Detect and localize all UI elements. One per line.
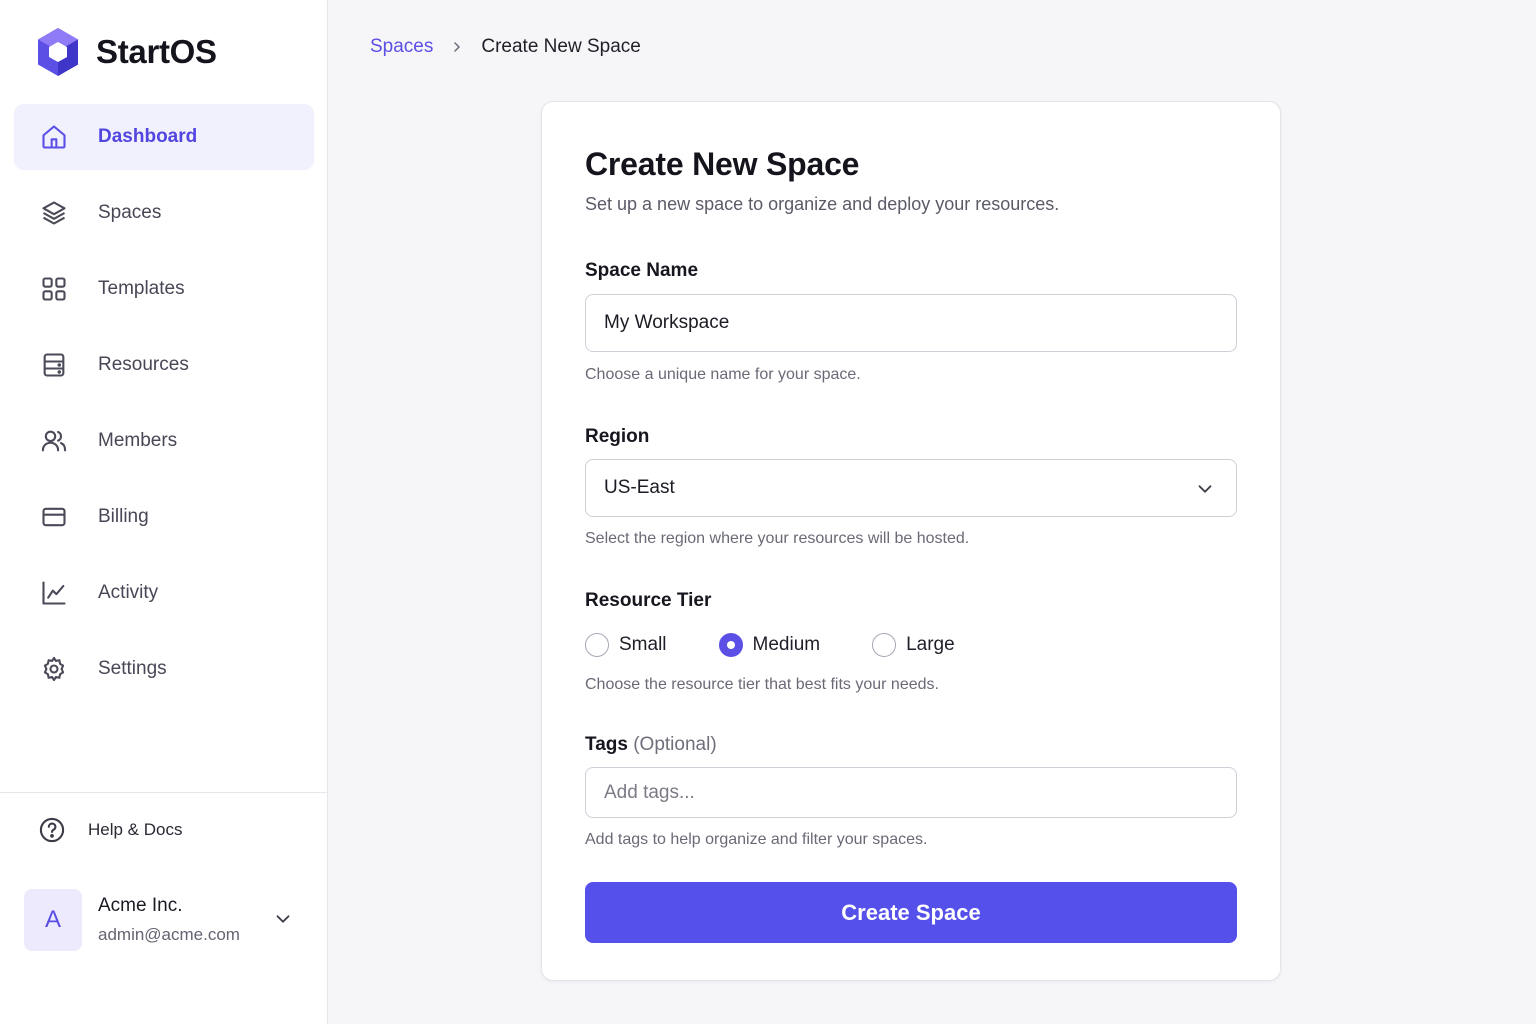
tags-optional-hint: (Optional)	[633, 734, 717, 755]
account-switcher[interactable]: A Acme Inc. admin@acme.com	[24, 888, 304, 952]
sidebar-item-label: Templates	[98, 278, 185, 299]
sidebar-item-templates[interactable]: Templates	[14, 256, 314, 322]
tags-help: Add tags to help organize and filter you…	[585, 831, 928, 848]
card-icon	[40, 503, 68, 531]
server-icon	[40, 351, 68, 379]
sidebar-item-label: Billing	[98, 506, 149, 527]
tags-input[interactable]	[585, 767, 1237, 818]
account-email: admin@acme.com	[98, 925, 240, 944]
breadcrumb-current: Create New Space	[481, 36, 641, 57]
tier-radio-small[interactable]: Small	[585, 633, 667, 657]
sidebar-item-label: Members	[98, 430, 178, 451]
sidebar-item-label: Settings	[98, 658, 167, 679]
create-space-card: Create New Space Set up a new space to o…	[541, 101, 1281, 981]
account-name: Acme Inc.	[98, 895, 183, 916]
sidebar-item-dashboard[interactable]: Dashboard	[14, 104, 314, 170]
tier-radio-label: Small	[619, 634, 667, 655]
chevron-right-icon	[449, 39, 465, 55]
space-name-input[interactable]	[585, 294, 1237, 352]
radio-circle	[585, 633, 609, 657]
sidebar-item-label: Resources	[98, 354, 189, 375]
tier-radio-label: Large	[906, 634, 955, 655]
sidebar-divider	[0, 792, 328, 793]
help-circle-icon	[38, 816, 66, 844]
create-space-button[interactable]: Create Space	[585, 882, 1237, 943]
sidebar-nav: Dashboard Spaces Templates Resources Mem…	[14, 104, 314, 712]
sidebar-item-settings[interactable]: Settings	[14, 636, 314, 702]
resource-tier-radio-group: Small Medium Large	[585, 633, 1007, 657]
sidebar-item-activity[interactable]: Activity	[14, 560, 314, 626]
users-icon	[40, 427, 68, 455]
chevron-down-icon	[276, 915, 290, 923]
region-select[interactable]: US-East	[585, 459, 1237, 517]
hexagon-logo-icon	[38, 28, 78, 76]
sidebar-item-resources[interactable]: Resources	[14, 332, 314, 398]
home-icon	[40, 123, 68, 151]
resource-tier-label: Resource Tier	[585, 590, 712, 611]
space-name-label: Space Name	[585, 260, 699, 281]
chevron-down-icon	[1198, 485, 1212, 493]
breadcrumb: Spaces Create New Space	[370, 36, 641, 58]
brand[interactable]: StartOS	[34, 26, 217, 78]
avatar: A	[24, 889, 82, 951]
page-subtitle: Set up a new space to organize and deplo…	[585, 194, 1060, 214]
region-select-value: US-East	[604, 477, 675, 498]
sidebar-item-members[interactable]: Members	[14, 408, 314, 474]
breadcrumb-spaces-link[interactable]: Spaces	[370, 36, 433, 58]
region-help: Select the region where your resources w…	[585, 530, 970, 547]
sidebar-item-label: Dashboard	[98, 126, 198, 147]
sidebar: StartOS Dashboard Spaces Templates Resou…	[0, 0, 328, 1024]
sidebar-item-label: Activity	[98, 582, 159, 603]
chart-icon	[40, 579, 68, 607]
help-docs-label: Help & Docs	[88, 820, 183, 839]
sidebar-item-billing[interactable]: Billing	[14, 484, 314, 550]
radio-circle	[718, 633, 743, 657]
help-docs-link[interactable]: Help & Docs	[38, 816, 182, 844]
gear-icon	[40, 655, 68, 683]
region-label: Region	[585, 426, 650, 447]
sidebar-item-label: Spaces	[98, 202, 162, 223]
tier-radio-medium[interactable]: Medium	[718, 633, 821, 657]
page-title: Create New Space	[585, 146, 860, 182]
radio-circle	[872, 633, 897, 657]
tags-label: Tags (Optional)	[585, 734, 717, 756]
sidebar-item-spaces[interactable]: Spaces	[14, 180, 314, 246]
tier-radio-large[interactable]: Large	[872, 633, 955, 657]
space-name-help: Choose a unique name for your space.	[585, 366, 861, 383]
grid-icon	[40, 275, 68, 303]
brand-name: StartOS	[96, 33, 217, 70]
tags-label-text: Tags	[585, 734, 628, 755]
tier-radio-label: Medium	[752, 634, 821, 655]
resource-tier-help: Choose the resource tier that best fits …	[585, 676, 939, 693]
layers-icon	[40, 199, 68, 227]
